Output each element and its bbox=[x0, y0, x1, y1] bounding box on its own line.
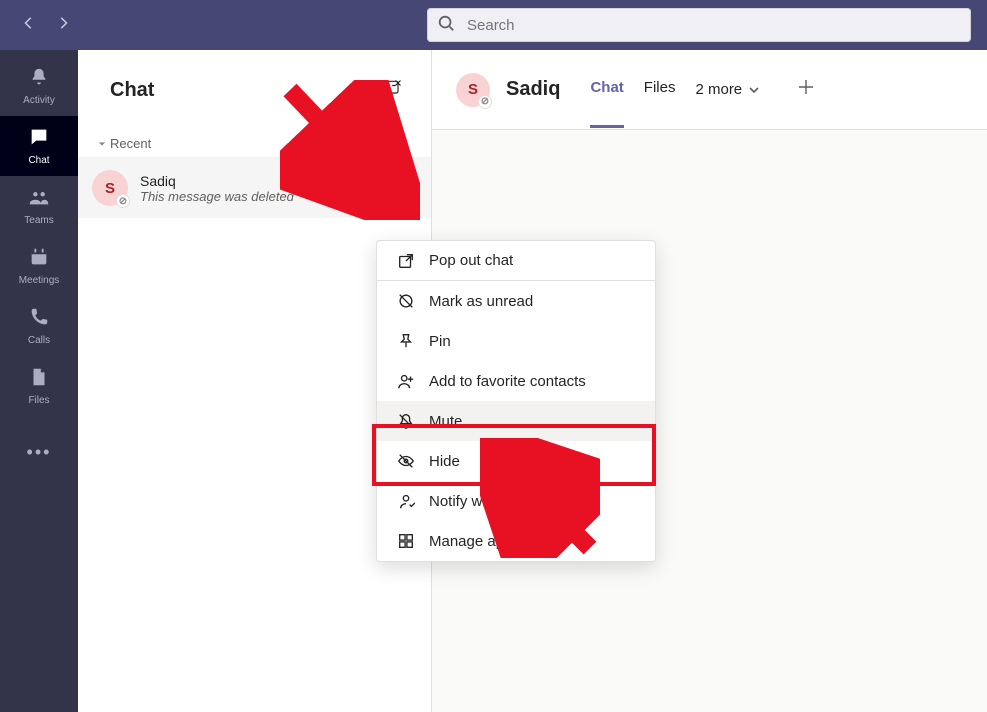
avatar-initial: S bbox=[468, 81, 478, 98]
add-contact-icon bbox=[397, 372, 415, 390]
rail-label: Chat bbox=[28, 155, 49, 166]
menu-item-pin[interactable]: Pin bbox=[377, 321, 655, 361]
chat-item-actions: ••• bbox=[362, 177, 415, 200]
conversation-tabs: Chat Files 2 more bbox=[590, 77, 816, 102]
menu-item-label: Mark as unread bbox=[429, 293, 533, 310]
phone-icon bbox=[28, 306, 50, 333]
menu-item-label: Pop out chat bbox=[429, 252, 513, 269]
search-icon bbox=[437, 14, 455, 37]
pop-out-icon bbox=[397, 252, 415, 270]
menu-item-manage-apps[interactable]: Manage apps bbox=[377, 521, 655, 561]
tab-more[interactable]: 2 more bbox=[695, 81, 760, 98]
presence-offline-icon bbox=[116, 194, 130, 208]
app-rail: Activity Chat Teams Meetings Calls Files… bbox=[0, 50, 78, 712]
bell-icon bbox=[28, 66, 50, 93]
menu-item-label: Mute bbox=[429, 413, 462, 430]
rail-label: Files bbox=[28, 395, 49, 406]
back-button[interactable] bbox=[22, 16, 36, 35]
conversation-header: S Sadiq Chat Files 2 more bbox=[432, 50, 987, 130]
menu-item-label: Pin bbox=[429, 333, 451, 350]
rail-item-files[interactable]: Files bbox=[0, 356, 78, 416]
menu-item-hide[interactable]: Hide bbox=[377, 441, 655, 481]
menu-item-favorite[interactable]: Add to favorite contacts bbox=[377, 361, 655, 401]
notify-icon bbox=[397, 492, 415, 510]
menu-item-label: Manage apps bbox=[429, 533, 520, 550]
rail-item-more[interactable]: ••• bbox=[0, 422, 78, 482]
apps-icon bbox=[397, 532, 415, 550]
chat-item-text: Sadiq This message was deleted bbox=[140, 173, 350, 204]
history-nav bbox=[22, 16, 70, 35]
presence-offline-icon bbox=[478, 95, 492, 109]
menu-item-label: Add to favorite contacts bbox=[429, 373, 586, 390]
conversation-title: Sadiq bbox=[506, 78, 560, 101]
hide-icon bbox=[397, 452, 415, 470]
search-input[interactable] bbox=[465, 16, 961, 35]
ellipsis-icon: ••• bbox=[27, 442, 52, 463]
chevron-down-icon bbox=[748, 84, 760, 96]
menu-item-label: Notify when available bbox=[429, 493, 571, 510]
new-chat-button[interactable] bbox=[369, 78, 403, 103]
search-box[interactable] bbox=[427, 8, 971, 42]
chat-list-title: Chat bbox=[110, 79, 335, 102]
chat-context-menu: Pop out chat Mark as unread Pin Add to f… bbox=[376, 240, 656, 562]
avatar: S bbox=[92, 170, 128, 206]
chat-item-name: Sadiq bbox=[140, 173, 350, 189]
menu-item-pop-out[interactable]: Pop out chat bbox=[377, 241, 655, 281]
menu-item-notify[interactable]: Notify when available bbox=[377, 481, 655, 521]
tab-more-label: 2 more bbox=[695, 81, 742, 98]
rail-item-activity[interactable]: Activity bbox=[0, 56, 78, 116]
chevron-down-icon bbox=[98, 140, 106, 148]
rail-item-teams[interactable]: Teams bbox=[0, 176, 78, 236]
calendar-icon bbox=[28, 246, 50, 273]
chat-list-item[interactable]: S Sadiq This message was deleted ••• bbox=[78, 158, 431, 218]
section-label-text: Recent bbox=[110, 136, 151, 151]
rail-item-calls[interactable]: Calls bbox=[0, 296, 78, 356]
avatar: S bbox=[456, 73, 490, 107]
file-icon bbox=[28, 366, 50, 393]
menu-item-label: Hide bbox=[429, 453, 460, 470]
chat-icon bbox=[28, 126, 50, 153]
pop-out-button[interactable] bbox=[362, 177, 380, 200]
rail-label: Meetings bbox=[19, 275, 60, 286]
rail-label: Calls bbox=[28, 335, 50, 346]
forward-button[interactable] bbox=[56, 16, 70, 35]
rail-label: Activity bbox=[23, 95, 55, 106]
chat-item-preview: This message was deleted bbox=[140, 189, 350, 204]
rail-item-chat[interactable]: Chat bbox=[0, 116, 78, 176]
mark-unread-icon bbox=[397, 292, 415, 310]
chat-section-recent[interactable]: Recent bbox=[78, 130, 431, 158]
filter-button[interactable] bbox=[335, 78, 369, 103]
menu-item-mute[interactable]: Mute bbox=[377, 401, 655, 441]
pin-icon bbox=[397, 332, 415, 350]
tab-chat[interactable]: Chat bbox=[590, 79, 623, 100]
mute-icon bbox=[397, 412, 415, 430]
teams-icon bbox=[28, 186, 50, 213]
tab-files[interactable]: Files bbox=[644, 79, 676, 100]
add-tab-button[interactable] bbox=[796, 77, 816, 102]
menu-item-mark-unread[interactable]: Mark as unread bbox=[377, 281, 655, 321]
rail-item-meetings[interactable]: Meetings bbox=[0, 236, 78, 296]
chat-list-header: Chat bbox=[78, 50, 431, 130]
more-options-button[interactable]: ••• bbox=[390, 179, 415, 197]
avatar-initial: S bbox=[105, 180, 115, 197]
title-bar bbox=[0, 0, 987, 50]
rail-label: Teams bbox=[24, 215, 53, 226]
